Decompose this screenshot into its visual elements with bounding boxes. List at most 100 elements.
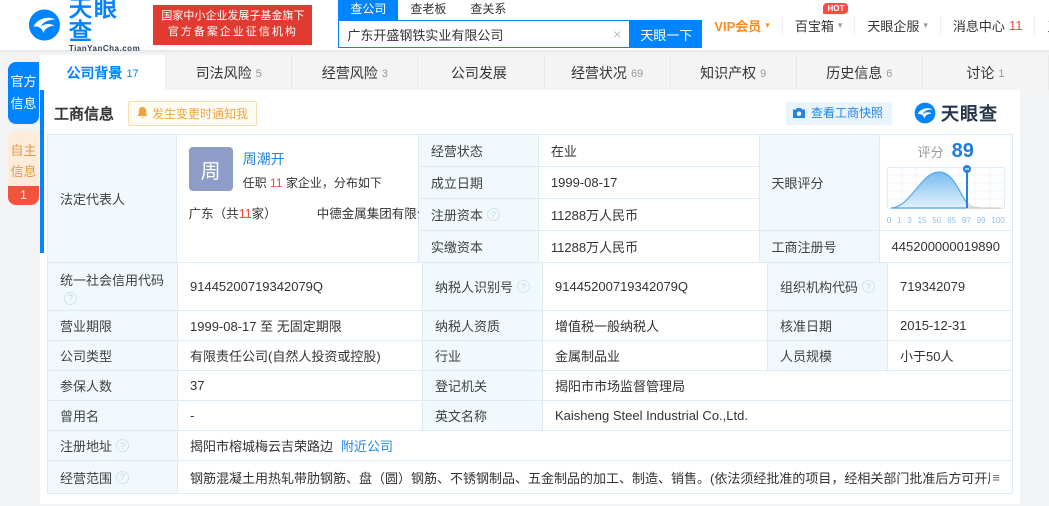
score-subtable: 天眼评分 评分 89 0 1 3 15 50 85 97 99 100 工商注册… [759,135,1012,263]
score-axis-ticks: 0 1 3 15 50 85 97 99 100 [886,216,1005,225]
tab-history-info[interactable]: 历史信息 6 [796,55,923,90]
help-icon[interactable] [517,280,530,293]
side-tab-self-count-badge: 1 [8,186,39,205]
user-menu[interactable]: 又又又又... ▾ [1034,15,1049,35]
field-value: 在业 [538,135,759,167]
field-label: 曾用名 [48,401,178,431]
field-value: 1999-08-17 [538,167,759,199]
gov-certification-badge: 国家中小企业发展子基金旗下 官方备案企业征信机构 [153,5,313,45]
help-icon[interactable] [116,439,130,452]
search-tab-relation[interactable]: 查关系 [458,0,518,20]
field-value: Kaisheng Steel Industrial Co.,Ltd. [543,401,1012,431]
field-label: 天眼评分 [759,135,880,231]
field-label: 登记机关 [423,371,543,401]
tab-company-development[interactable]: 公司发展 [418,55,545,90]
search-input[interactable] [339,26,606,42]
tab-discussion[interactable]: 讨论 1 [922,55,1049,90]
help-icon[interactable] [116,470,130,484]
watermark-logo: 天眼查 [914,100,998,126]
message-center[interactable]: 消息中心 11 [939,15,1035,35]
table-row: 参保人数 37 登记机关 揭阳市市场监督管理局 [48,371,1012,401]
side-tab-self-info[interactable]: 自主信息 [8,131,39,186]
view-business-snapshot-button[interactable]: 查看工商快照 [786,101,892,125]
notify-on-change-button[interactable]: 发生变更时通知我 [128,100,258,126]
bell-icon [137,107,148,118]
tianyancha-eye-icon [28,9,60,41]
business-info-table: 法定代表人 周 周潮开 任职 11 家企业，分布如下 广东（共11家） 中德金属… [47,134,1013,494]
tab-judicial-risk[interactable]: 司法风险 5 [166,55,293,90]
search-tab-boss[interactable]: 查老板 [398,0,458,20]
field-value: 有限责任公司(自然人投资或控股) [178,341,423,371]
search-button[interactable]: 天眼一下 [630,20,703,48]
field-label: 法定代表人 [48,135,177,263]
section-title: 工商信息 [54,105,115,123]
field-label: 纳税人资质 [423,311,543,341]
field-label: 公司类型 [48,341,178,371]
expand-more-icon[interactable]: ≡ [992,470,1000,485]
hot-badge: HOT [823,2,849,14]
table-row: 营业期限 1999-08-17 至 无固定期限 纳税人资质 增值税一般纳税人 核… [48,311,1012,341]
field-value: 37 [178,371,423,401]
tab-operating-status[interactable]: 经营状况 69 [544,55,671,90]
field-value: 金属制品业 [543,341,768,371]
business-info-card: 工商信息 发生变更时通知我 查看工商快照 天眼查 法定代表人 周 周潮开 任职 … [40,90,1020,504]
chevron-down-icon: ▾ [837,19,843,30]
field-value: 揭阳市市场监督管理局 [543,371,1012,401]
field-label: 经营状态 [418,135,539,167]
nearby-companies-link[interactable]: 附近公司 [341,436,393,455]
field-value: 揭阳市榕城梅云吉荣路边 附近公司 [178,431,1012,461]
field-value: 91445200719342079Q [178,263,423,311]
field-label: 英文名称 [423,401,543,431]
vip-menu[interactable]: VIP会员 ▾ [702,16,782,35]
field-label: 经营范围 [48,461,178,493]
clear-search-icon[interactable]: × [605,26,629,42]
message-count-badge: 11 [1008,17,1023,33]
chevron-down-icon: ▾ [765,19,770,30]
company-count: 11 [270,176,283,190]
enterprise-service-menu[interactable]: 天眼企服 ▾ [854,15,940,35]
field-label: 纳税人识别号 [423,263,543,311]
region-summary: 广东（共11家） [188,207,277,221]
company-section-tabs: 公司背景 17 司法风险 5 经营风险 3 公司发展 经营状况 69 知识产权 9 历史信… [40,55,1049,90]
field-value: 2015-12-31 [888,311,1012,341]
field-value: 719342079 [888,263,1012,311]
status-subtable: 经营状态 在业 成立日期 1999-08-17 注册资本 11288万人民币 实… [418,135,760,263]
side-rail [40,90,44,253]
field-value: 11288万人民币 [538,231,759,263]
field-value: 11288万人民币 [538,199,759,231]
search-box: × [338,20,631,48]
legal-rep-row: 法定代表人 周 周潮开 任职 11 家企业，分布如下 广东（共11家） 中德金属… [48,135,1012,263]
field-label: 组织机构代码 [768,263,888,311]
camera-icon [793,107,805,118]
score-curve-chart [886,165,1005,209]
help-icon[interactable] [486,208,500,221]
tab-operating-risk[interactable]: 经营风险 3 [292,55,419,90]
help-icon[interactable] [862,280,875,293]
field-label: 成立日期 [418,167,539,199]
tianyancha-logo[interactable]: 天眼查 TianYanCha.com [28,0,141,53]
field-value: 91445200719342079Q [543,263,768,311]
field-value: 钢筋混凝土用热轧带肋钢筋、盘（圆）钢筋、不锈钢制品、五金制品的加工、制造、销售。… [178,461,1012,493]
toolbox-menu[interactable]: HOT 百宝箱 ▾ [781,2,855,35]
avatar[interactable]: 周 [188,147,233,191]
top-header: 天眼查 TianYanCha.com 国家中小企业发展子基金旗下 官方备案企业征… [0,0,1049,53]
tianyancha-eye-icon [914,102,936,124]
tab-intellectual-property[interactable]: 知识产权 9 [670,55,797,90]
field-label: 行业 [423,341,543,371]
user-nav: VIP会员▾ HOT 百宝箱▾ 天眼企服▾ 消息中心 11 又又又又... ▾ [702,2,1049,35]
legal-rep-name-link[interactable]: 周潮开 [243,149,382,169]
search-tab-company[interactable]: 查公司 [338,0,399,20]
chevron-down-icon: ▾ [923,19,928,30]
side-tab-official-info[interactable]: 官方信息 [8,62,39,124]
field-value: 增值税一般纳税人 [543,311,768,341]
tab-company-background[interactable]: 公司背景 17 [40,55,167,90]
field-value: 1999-08-17 至 无固定期限 [178,311,423,341]
table-row: 曾用名 - 英文名称 Kaisheng Steel Industrial Co.… [48,401,1012,431]
search-area: 查公司 查老板 查关系 × 天眼一下 [338,0,703,48]
help-icon[interactable] [64,292,77,305]
side-tabs: 官方信息 自主信息 1 [8,62,39,205]
table-row: 公司类型 有限责任公司(自然人投资或控股) 行业 金属制品业 人员规模 小于50… [48,341,1012,371]
field-label: 人员规模 [768,341,888,371]
tianyan-score-chart[interactable]: 评分 89 0 1 3 15 50 85 97 99 100 [879,135,1012,231]
field-label: 注册地址 [48,431,178,461]
